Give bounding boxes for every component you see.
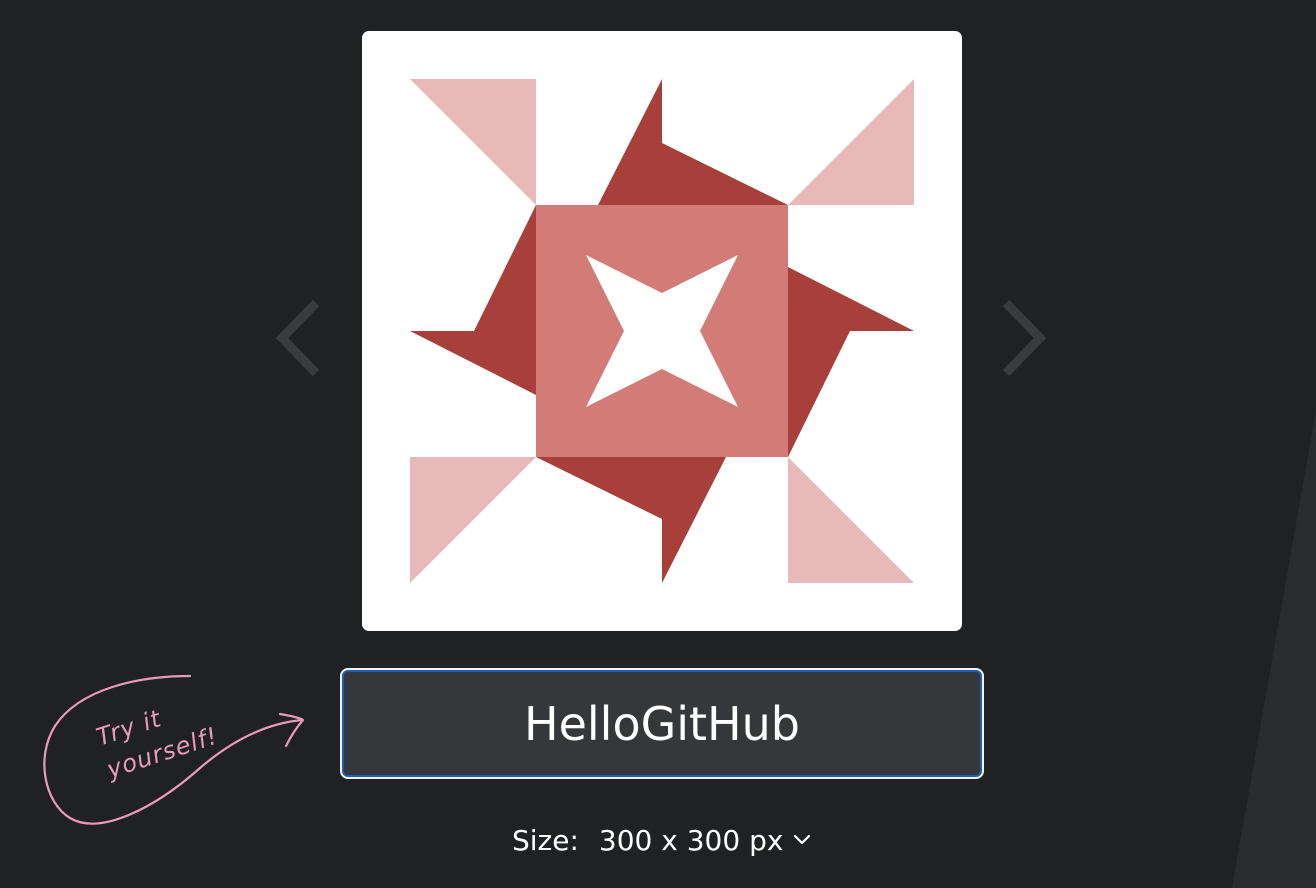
- chevron-left-icon: [275, 299, 320, 377]
- size-label: Size:: [512, 823, 579, 857]
- corner-triangle-top-right: [788, 79, 914, 205]
- chevron-right-icon: [1002, 299, 1047, 377]
- blade-bottom: [536, 457, 726, 583]
- chevron-down-icon: [794, 834, 811, 845]
- size-row: Size: 300 x 300 px: [512, 818, 811, 862]
- size-dropdown[interactable]: 300 x 300 px: [599, 824, 812, 857]
- identicon-image: [410, 79, 914, 583]
- corner-triangle-top-left: [410, 79, 536, 205]
- blade-right: [788, 267, 914, 457]
- blade-top: [598, 79, 788, 205]
- previous-avatar-button[interactable]: [268, 293, 328, 383]
- identicon-avatar: [362, 31, 962, 631]
- username-input[interactable]: [340, 668, 984, 779]
- size-value: 300 x 300 px: [598, 823, 784, 857]
- blade-left: [410, 205, 536, 395]
- corner-triangle-bottom-right: [788, 457, 914, 583]
- corner-triangle-bottom-left: [410, 457, 536, 583]
- next-avatar-button[interactable]: [994, 293, 1054, 383]
